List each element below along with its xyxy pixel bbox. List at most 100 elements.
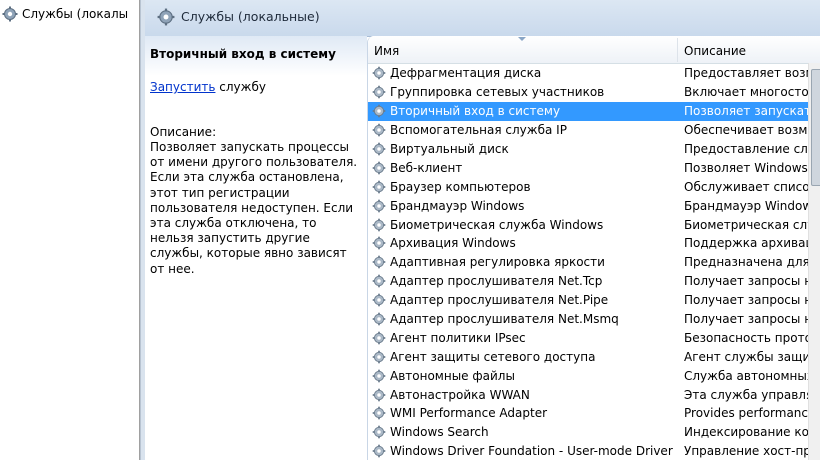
service-description-cell: Эта служба управляет м [684, 385, 820, 404]
service-description-cell: Обслуживает список ко [684, 177, 820, 196]
service-description-cell: Индексирование конте [684, 423, 820, 442]
service-name: Адаптер прослушивателя Net.Msmq [390, 312, 619, 327]
details-pane: Вторичный вход в систему Запустить служб… [145, 36, 367, 460]
service-name: Группировка сетевых участников [390, 85, 605, 100]
table-row[interactable]: Адаптер прослушивателя Net.Tcp Получает з… [368, 272, 820, 291]
service-description: Предназначена для наб [684, 255, 820, 270]
table-row[interactable]: Адаптивная регулировка яркости Предназнач… [368, 253, 820, 272]
service-name-cell: Веб-клиент [372, 158, 676, 177]
service-description-cell: Позволяет Windows-про [684, 158, 820, 177]
vertical-scrollbar[interactable] [808, 63, 820, 460]
service-description-cell: Агент службы защиты с [684, 347, 820, 366]
table-row[interactable]: Адаптер прослушивателя Net.Pipe Получает … [368, 291, 820, 310]
service-description: Поддержка архивации и [684, 236, 820, 251]
service-description: Получает запросы на а [684, 274, 820, 289]
service-gear-icon [372, 237, 386, 250]
table-row[interactable]: Брандмауэр Windows Брандмауэр Windows п [368, 196, 820, 215]
service-gear-icon [372, 274, 386, 288]
service-name: Дефрагментация диска [390, 66, 542, 81]
service-gear-icon [372, 444, 386, 458]
start-service-suffix: службу [215, 80, 266, 94]
service-name: Вспомогательная служба IP [390, 123, 567, 138]
service-name-cell: Архивация Windows [372, 234, 676, 253]
table-row[interactable]: Агент защиты сетевого доступа Агент служб… [368, 347, 820, 366]
table-row[interactable]: Группировка сетевых участников Включает м… [368, 83, 820, 102]
service-description: Обслуживает список ко [684, 179, 820, 194]
start-service-line: Запустить службу [150, 80, 266, 94]
service-name-cell: Вторичный вход в систему [372, 102, 676, 121]
service-name-cell: Адаптер прослушивателя Net.Tcp [372, 272, 676, 291]
pane-header: Службы (локальные) [145, 0, 820, 37]
service-gear-icon [372, 142, 386, 156]
service-description: Обеспечивает возможн [684, 123, 820, 138]
service-description: Брандмауэр Windows п [684, 198, 820, 213]
service-description-cell: Биометрическая служба [684, 215, 820, 234]
table-row[interactable]: Вспомогательная служба IP Обеспечивает во… [368, 121, 820, 140]
service-name-cell: Windows Search [372, 423, 676, 442]
table-row[interactable]: Windows Driver Foundation - User-mode Dr… [368, 442, 820, 460]
service-description-cell: Получает запросы на а [684, 291, 820, 310]
service-gear-icon [372, 104, 386, 118]
service-name-cell: Windows Driver Foundation - User-mode Dr… [372, 442, 676, 460]
service-description-cell: Получает запросы на а [684, 272, 820, 291]
column-separator[interactable] [677, 38, 678, 62]
table-row[interactable]: Дефрагментация диска Предоставляет возмож [368, 64, 820, 83]
start-service-link[interactable]: Запустить [150, 80, 215, 94]
service-gear-icon [372, 331, 386, 345]
service-gear-icon [372, 161, 386, 175]
service-description: Эта служба управляет м [684, 387, 820, 402]
table-row[interactable]: Агент политики IPsec Безопасность протоко… [368, 328, 820, 347]
service-description: Предоставление служб [684, 142, 820, 156]
service-gear-icon [372, 388, 386, 401]
service-gear-icon [372, 426, 386, 439]
service-name-cell: WMI Performance Adapter [372, 404, 676, 423]
service-gear-icon [372, 218, 386, 231]
service-name: Архивация Windows [390, 236, 516, 251]
table-row[interactable]: Windows Search Индексирование конте [368, 423, 820, 442]
table-row[interactable]: Архивация Windows Поддержка архивации и [368, 234, 820, 253]
service-description-cell: Управление хост-проце [684, 442, 820, 460]
table-row[interactable]: Биометрическая служба Windows Биометричес… [368, 215, 820, 234]
service-gear-icon [372, 256, 386, 269]
table-row[interactable]: Виртуальный диск Предоставление служб [368, 140, 820, 159]
service-description-cell: Служба автономных фа [684, 366, 820, 385]
service-description: Позволяет запускать пр [684, 104, 820, 119]
table-row[interactable]: WMI Performance Adapter Provides performa… [368, 404, 820, 423]
service-name-cell: Адаптивная регулировка яркости [372, 253, 676, 272]
service-description: Индексирование конте [684, 425, 820, 440]
service-gear-icon [372, 293, 386, 307]
service-description-cell: Provides performance lib [684, 404, 820, 423]
service-gear-icon [372, 407, 386, 420]
column-header-name[interactable]: Имя [374, 44, 399, 58]
gear-icon [2, 6, 18, 22]
table-row[interactable]: Автонастройка WWAN Эта служба управляет м [368, 385, 820, 404]
description-label: Описание: [150, 125, 217, 139]
service-name-cell: Автонастройка WWAN [372, 385, 676, 404]
service-name: Автонастройка WWAN [390, 387, 530, 402]
service-name: Агент защиты сетевого доступа [390, 349, 596, 364]
service-name: Автономные файлы [390, 368, 515, 383]
service-description: Включает многосторон [684, 85, 820, 100]
table-row[interactable]: Веб-клиент Позволяет Windows-про [368, 158, 820, 177]
service-description: Агент службы защиты с [684, 349, 820, 364]
service-description: Позволяет Windows-про [684, 160, 820, 175]
service-description: Безопасность протокол [684, 330, 820, 345]
table-row[interactable]: Браузер компьютеров Обслуживает список ко [368, 177, 820, 196]
service-name: Windows Driver Foundation - User-mode Dr… [390, 444, 676, 459]
service-name: WMI Performance Adapter [390, 406, 548, 421]
service-description: Биометрическая служба [684, 217, 820, 232]
service-name-cell: Адаптер прослушивателя Net.Msmq [372, 310, 676, 329]
table-row[interactable]: Автономные файлы Служба автономных фа [368, 366, 820, 385]
table-row[interactable]: Вторичный вход в систему Позволяет запуск… [368, 101, 820, 121]
service-description-cell: Предоставление служб [684, 140, 820, 159]
tree-item-label: Службы (локалы [22, 7, 129, 21]
column-header-description[interactable]: Описание [684, 44, 746, 58]
service-name-cell: Группировка сетевых участников [372, 83, 676, 102]
service-description-cell: Получает запросы на а [684, 310, 820, 329]
scrollbar-thumb[interactable] [811, 69, 820, 186]
service-description-cell: Включает многосторон [684, 83, 820, 102]
table-row[interactable]: Адаптер прослушивателя Net.Msmq Получает … [368, 310, 820, 329]
tree-item-services-local[interactable]: Службы (локалы [2, 4, 137, 24]
service-name-cell: Биометрическая служба Windows [372, 215, 676, 234]
sort-indicator-icon [518, 37, 526, 41]
